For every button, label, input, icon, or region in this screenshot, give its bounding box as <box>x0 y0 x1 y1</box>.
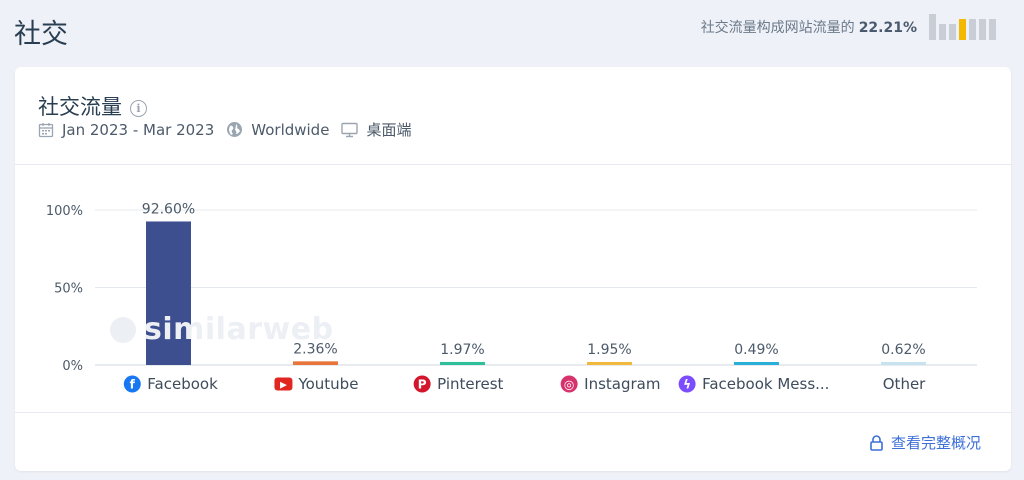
facebook-icon: f <box>123 375 141 393</box>
x-tick-label: Facebook <box>147 375 218 393</box>
x-tick-label: Facebook Mess... <box>702 375 829 393</box>
social-traffic-card: 社交流量 i Jan 2023 - Mar 2023 Worldwide 桌面端… <box>15 67 1011 471</box>
x-tick-label: Instagram <box>584 375 660 393</box>
region-label: Worldwide <box>251 120 330 139</box>
lock-icon <box>870 434 883 451</box>
category-1: ▶ Youtube <box>274 375 358 393</box>
view-full-overview-label: 查看完整概况 <box>890 434 981 452</box>
info-icon[interactable]: i <box>130 99 147 117</box>
bar <box>734 362 779 365</box>
svg-text:ϟ: ϟ <box>683 378 691 392</box>
share-bar <box>959 19 966 40</box>
svg-text:P: P <box>418 378 427 392</box>
share-bar <box>929 14 936 40</box>
social-traffic-chart: 100% 50% 0% 92.60% f Facebook 2.36% ▶ Youtube 1.9… <box>15 166 1011 412</box>
data-label: 92.60% <box>142 201 195 217</box>
desktop-icon <box>341 122 359 137</box>
calendar-icon <box>38 122 54 137</box>
category-4: ϟ Facebook Mess... <box>678 375 829 393</box>
x-tick-label: Youtube <box>297 375 358 393</box>
data-label: 0.62% <box>881 342 925 358</box>
share-bar-indicator <box>929 14 996 40</box>
bar <box>440 361 485 365</box>
device-label: 桌面端 <box>366 121 412 139</box>
date-range-label: Jan 2023 - Mar 2023 <box>62 120 215 139</box>
share-text: 社交流量构成网站流量的 22.21% <box>701 17 917 37</box>
category-3: ◎ Instagram <box>560 375 660 393</box>
pinterest-icon: P <box>413 375 431 393</box>
messenger-icon: ϟ <box>678 375 696 393</box>
data-label: 0.49% <box>734 342 778 358</box>
share-value: 22.21% <box>858 20 917 36</box>
y-tick-label: 50% <box>54 282 83 297</box>
device-filter[interactable]: 桌面端 <box>341 119 411 140</box>
similarweb-logo-icon <box>110 316 136 343</box>
svg-text:◎: ◎ <box>564 378 574 392</box>
share-bar <box>939 24 946 40</box>
region-filter[interactable]: Worldwide <box>226 121 329 139</box>
globe-icon <box>227 122 243 137</box>
share-bar <box>979 19 986 40</box>
y-tick-label: 100% <box>46 204 83 219</box>
category-0: f Facebook <box>123 375 218 393</box>
bar <box>293 361 338 365</box>
card-meta: Jan 2023 - Mar 2023 Worldwide 桌面端 <box>38 119 423 140</box>
share-bar <box>969 19 976 40</box>
data-label: 1.95% <box>587 342 631 358</box>
svg-text:f: f <box>130 378 136 392</box>
card-footer: 查看完整概况 <box>15 412 1011 471</box>
y-tick-label: 0% <box>62 359 83 374</box>
view-full-overview-link[interactable]: 查看完整概况 <box>870 432 981 453</box>
page-title: 社交 <box>14 19 68 50</box>
bar <box>881 362 926 365</box>
share-bar <box>989 19 996 40</box>
card-title-text: 社交流量 <box>38 95 122 119</box>
category-5: Other <box>883 375 926 393</box>
card-title: 社交流量 i <box>38 91 147 121</box>
category-2: P Pinterest <box>413 375 504 393</box>
youtube-icon: ▶ <box>274 377 293 391</box>
similarweb-watermark: similarweb <box>110 312 334 347</box>
card-header: 社交流量 i Jan 2023 - Mar 2023 Worldwide 桌面端 <box>15 67 1011 165</box>
x-tick-label: Other <box>883 375 926 393</box>
x-tick-label: Pinterest <box>437 375 503 393</box>
social-share-summary: 社交流量构成网站流量的 22.21% <box>701 14 996 40</box>
bar-chart: 100%50%0%92.60%f Facebook2.36%▶ Youtube1.9… <box>46 201 977 393</box>
watermark-text: similarweb <box>144 312 334 347</box>
bar <box>587 361 632 365</box>
date-range[interactable]: Jan 2023 - Mar 2023 <box>38 121 214 139</box>
share-label: 社交流量构成网站流量的 <box>700 20 855 36</box>
svg-text:▶: ▶ <box>280 381 287 391</box>
share-bar <box>949 24 956 40</box>
instagram-icon: ◎ <box>560 375 578 393</box>
data-label: 1.97% <box>440 342 484 358</box>
